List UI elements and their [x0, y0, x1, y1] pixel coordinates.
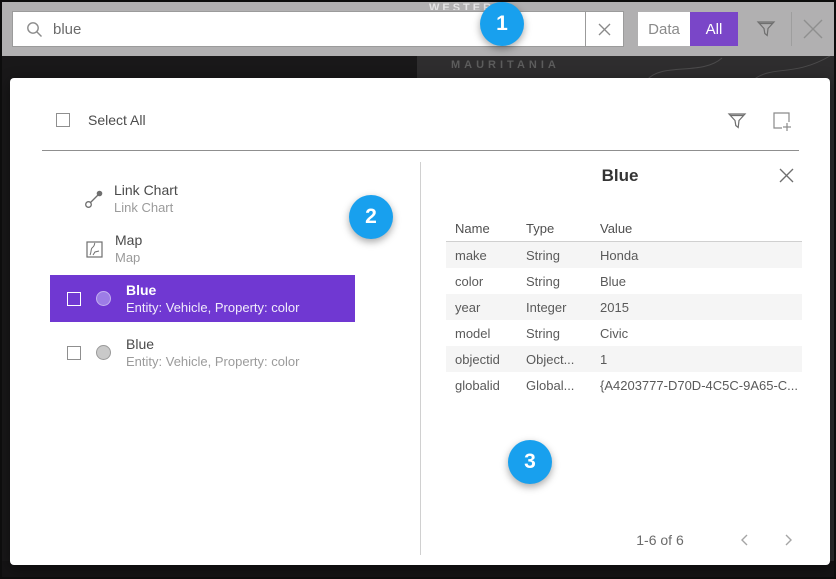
- search-close-icon[interactable]: [800, 16, 826, 42]
- attr-name: year: [446, 300, 526, 315]
- result-item-map[interactable]: Map Map: [50, 228, 355, 270]
- column-header-type: Type: [526, 221, 600, 236]
- link-chart-icon: [84, 189, 104, 209]
- search-results-panel: Select All Link Chart Link Chart Map: [10, 78, 830, 565]
- attr-type: Integer: [526, 300, 600, 315]
- attr-value: Civic: [600, 326, 802, 341]
- scope-all-button[interactable]: All: [690, 12, 738, 46]
- column-header-value: Value: [600, 221, 802, 236]
- table-row: globalid Global... {A4203777-D70D-4C5C-9…: [446, 372, 802, 398]
- detail-title: Blue: [440, 166, 800, 186]
- select-all-row: Select All: [56, 112, 146, 128]
- result-item-link-chart[interactable]: Link Chart Link Chart: [50, 178, 355, 220]
- result-title: Map: [115, 232, 142, 249]
- select-all-checkbox[interactable]: [56, 113, 70, 127]
- add-selection-icon[interactable]: [770, 110, 793, 133]
- attr-type: String: [526, 326, 600, 341]
- attr-name: color: [446, 274, 526, 289]
- map-icon: [86, 241, 103, 258]
- table-row: model String Civic: [446, 320, 802, 346]
- select-all-label: Select All: [88, 112, 146, 128]
- entity-circle-icon: [96, 345, 111, 360]
- entity-circle-icon: [96, 291, 111, 306]
- search-toolbar: Data All: [2, 2, 834, 56]
- result-checkbox[interactable]: [67, 346, 81, 360]
- result-subtitle: Entity: Vehicle, Property: color: [126, 299, 299, 316]
- table-row: color String Blue: [446, 268, 802, 294]
- table-row: year Integer 2015: [446, 294, 802, 320]
- search-box[interactable]: [12, 11, 624, 47]
- table-row: make String Honda: [446, 242, 802, 268]
- result-item-blue-selected[interactable]: Blue Entity: Vehicle, Property: color: [50, 275, 355, 322]
- search-scope-toggle: Data All: [638, 12, 738, 46]
- chevron-left-icon[interactable]: [738, 533, 752, 547]
- attr-value: Blue: [600, 274, 802, 289]
- callout-badge-1: 1: [480, 2, 524, 46]
- result-title: Blue: [126, 336, 299, 353]
- attr-value: 1: [600, 352, 802, 367]
- search-clear-button[interactable]: [585, 12, 623, 46]
- result-subtitle: Map: [115, 249, 142, 266]
- map-label-mauritania: MAURITANIA: [451, 59, 560, 71]
- app-window: MAURITANIA WESTER Data All Select A: [0, 0, 836, 579]
- attr-type: String: [526, 248, 600, 263]
- search-icon: [26, 21, 43, 38]
- attr-type: String: [526, 274, 600, 289]
- scope-data-button[interactable]: Data: [638, 12, 690, 46]
- detail-close-icon[interactable]: [778, 167, 795, 184]
- toolbar-divider: [791, 12, 792, 46]
- pagination-label: 1-6 of 6: [610, 532, 710, 548]
- attribute-table-header: Name Type Value: [446, 216, 802, 242]
- result-title: Blue: [126, 282, 299, 299]
- result-item-blue[interactable]: Blue Entity: Vehicle, Property: color: [50, 329, 355, 376]
- result-subtitle: Link Chart: [114, 199, 178, 216]
- attr-type: Object...: [526, 352, 600, 367]
- attr-name: model: [446, 326, 526, 341]
- attr-name: objectid: [446, 352, 526, 367]
- result-title: Link Chart: [114, 182, 178, 199]
- column-header-name: Name: [446, 221, 526, 236]
- callout-badge-2: 2: [349, 195, 393, 239]
- panel-header-divider: [42, 150, 799, 151]
- results-filter-icon[interactable]: [726, 110, 748, 132]
- filter-icon[interactable]: [755, 18, 777, 40]
- panel-vertical-divider: [420, 162, 421, 555]
- attr-value: 2015: [600, 300, 802, 315]
- attr-value: Honda: [600, 248, 802, 263]
- chevron-right-icon[interactable]: [781, 533, 795, 547]
- attr-name: globalid: [446, 378, 526, 393]
- attr-type: Global...: [526, 378, 600, 393]
- callout-badge-3: 3: [508, 440, 552, 484]
- result-checkbox[interactable]: [67, 292, 81, 306]
- attr-name: make: [446, 248, 526, 263]
- table-row: objectid Object... 1: [446, 346, 802, 372]
- attribute-table: Name Type Value make String Honda color …: [446, 216, 802, 398]
- attr-value: {A4203777-D70D-4C5C-9A65-C...: [600, 378, 802, 393]
- result-subtitle: Entity: Vehicle, Property: color: [126, 353, 299, 370]
